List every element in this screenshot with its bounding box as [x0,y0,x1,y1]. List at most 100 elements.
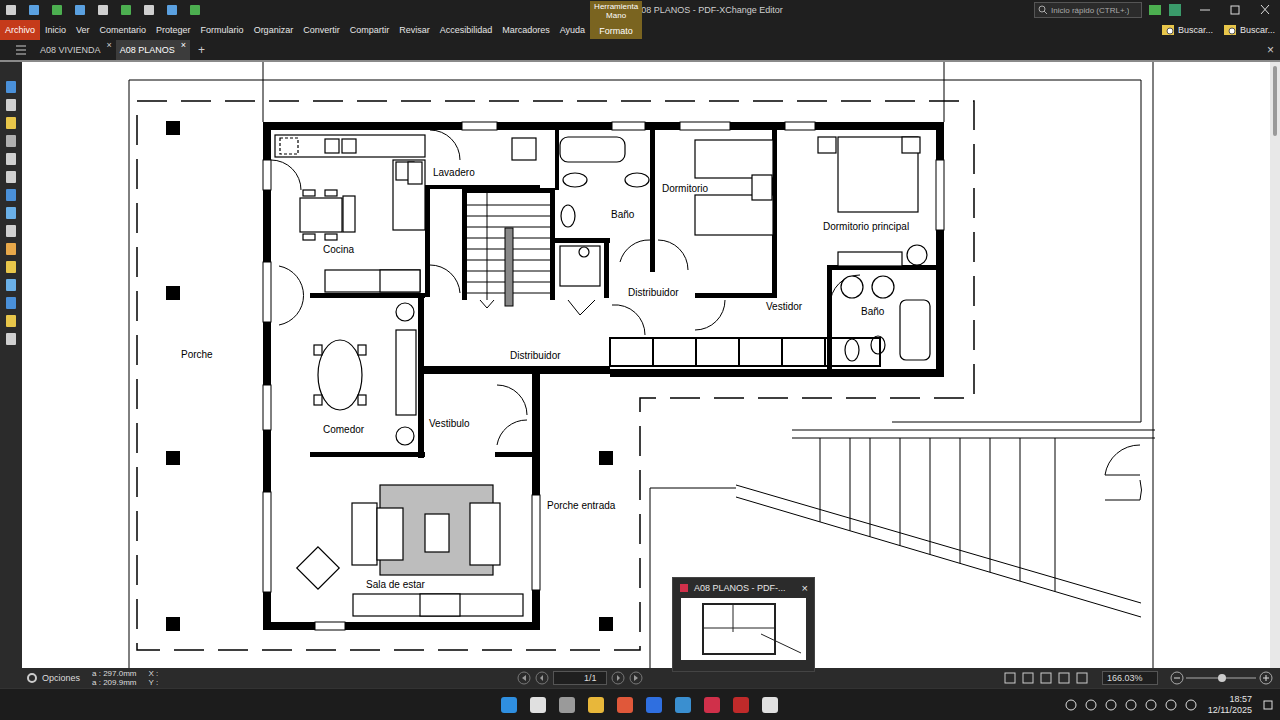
pane-icon[interactable] [4,332,18,346]
menu-item[interactable]: Compartir [345,20,395,40]
document-view[interactable]: LavaderoBañoDormitorioDormitorio princip… [22,62,1270,668]
pane-icon[interactable] [4,116,18,130]
clock[interactable]: 18:5712/11/2025 [1204,694,1256,716]
tray-icon[interactable] [1084,698,1098,712]
view-mode-icon[interactable] [1002,671,1018,685]
expand-icon[interactable] [1168,3,1184,17]
menu-item[interactable]: Revisar [394,20,435,40]
next-page-icon[interactable] [611,671,625,685]
pane-icon[interactable] [4,242,18,256]
last-page-icon[interactable] [629,671,643,685]
menu-item[interactable]: Convertir [298,20,345,40]
toolbar-icon[interactable] [73,3,87,17]
previous-page-icon[interactable] [535,671,549,685]
pane-icon[interactable] [4,152,18,166]
taskbar-app-icon[interactable] [499,695,519,715]
taskbar-app-icon[interactable] [586,695,606,715]
wall [263,122,271,630]
taskbar-app-icon[interactable] [702,695,722,715]
tray-icon[interactable] [1064,698,1078,712]
zoom-slider[interactable] [1170,671,1274,685]
menu-item[interactable]: Inicio [40,20,71,40]
tab-close-button[interactable]: × [181,40,186,50]
taskbar-app-icon[interactable] [557,695,577,715]
menu-item[interactable]: Proteger [151,20,196,40]
taskbar-app-icon[interactable] [760,695,780,715]
tray-icon[interactable] [1184,698,1198,712]
taskbar-app-icon[interactable] [731,695,751,715]
options-button[interactable]: Opciones [26,672,80,684]
room-label: Baño [861,306,885,317]
menu-item[interactable]: Accesibilidad [435,20,498,40]
wall [495,452,532,457]
menu-item[interactable]: Ver [71,20,95,40]
room-label: Distribuidor [628,287,679,298]
menu-item[interactable]: Formulario [196,20,249,40]
tab-close-button[interactable]: × [107,40,112,50]
workspace: LavaderoBañoDormitorioDormitorio princip… [0,62,1280,668]
toolbar-icon[interactable] [142,3,156,17]
taskbar-preview[interactable]: A08 PLANOS - PDF-...× [672,577,815,672]
page-field[interactable]: 1/1 [553,671,608,685]
toolbar-icon[interactable] [27,3,41,17]
restore-icon[interactable] [1220,1,1250,19]
document-tab[interactable]: A08 VIVIENDA× [36,40,116,60]
view-mode-icon[interactable] [1020,671,1036,685]
toolbar-icon[interactable] [188,3,202,17]
find-button[interactable]: Buscar... [1218,23,1280,37]
menu-item[interactable]: Organizar [249,20,299,40]
pane-icon[interactable] [4,278,18,292]
taskbar-app-icon[interactable] [528,695,548,715]
toolbar-icon[interactable] [96,3,110,17]
view-mode-icon[interactable] [1038,671,1054,685]
tray-icon[interactable] [1104,698,1118,712]
menu-item[interactable]: Archivo [0,20,40,40]
taskbar-app-icon[interactable] [673,695,693,715]
pane-icon[interactable] [4,80,18,94]
menu-item[interactable]: Comentario [95,20,152,40]
document-tab[interactable]: A08 PLANOS× [116,40,190,60]
preview-close-button[interactable]: × [802,582,808,594]
view-mode-icon[interactable] [1074,671,1090,685]
wall [555,130,559,190]
notification-icon[interactable] [1262,698,1274,712]
cursor-coordinates: X :Y : [149,669,159,687]
tray-icon[interactable] [1164,698,1178,712]
view-mode-icon[interactable] [1056,671,1072,685]
toolbar-icon[interactable] [119,3,133,17]
room-label: Dormitorio [662,183,709,194]
toolbar-icon[interactable] [165,3,179,17]
taskbar-app-icon[interactable] [644,695,664,715]
pane-icon[interactable] [4,224,18,238]
scroll-thumb[interactable] [1273,66,1277,136]
pane-icon[interactable] [4,314,18,328]
find-button[interactable]: Buscar... [1156,23,1218,37]
minimize-icon[interactable] [1190,1,1220,19]
new-tab-button[interactable]: + [198,43,205,57]
zoom-field[interactable]: 166.03% [1102,671,1158,685]
pane-icon[interactable] [4,98,18,112]
close-icon[interactable] [1250,1,1280,19]
pane-icon[interactable] [4,170,18,184]
vertical-scrollbar[interactable] [1270,62,1280,668]
pane-icon[interactable] [4,188,18,202]
menu-item[interactable]: Ayuda [555,20,590,40]
toolbar-icon[interactable] [50,3,64,17]
context-tab[interactable]: Herramienta ManoFormato [590,1,642,39]
taskbar-app-icon[interactable] [615,695,635,715]
pane-icon[interactable] [4,260,18,274]
close-document-button[interactable]: × [1267,43,1274,57]
pane-icon[interactable] [4,134,18,148]
quick-search[interactable]: Inicio rápido (CTRL+.) [1034,2,1142,18]
pane-icon[interactable] [4,206,18,220]
window-controls [1190,1,1280,19]
first-page-icon[interactable] [517,671,531,685]
menu-icon[interactable] [14,44,28,56]
toolbar-icon[interactable] [4,3,18,17]
wall [310,293,425,298]
pane-icon[interactable] [4,296,18,310]
menu-item[interactable]: Marcadores [497,20,555,40]
user-icon[interactable] [1148,3,1164,17]
tray-icon[interactable] [1124,698,1138,712]
tray-icon[interactable] [1144,698,1158,712]
